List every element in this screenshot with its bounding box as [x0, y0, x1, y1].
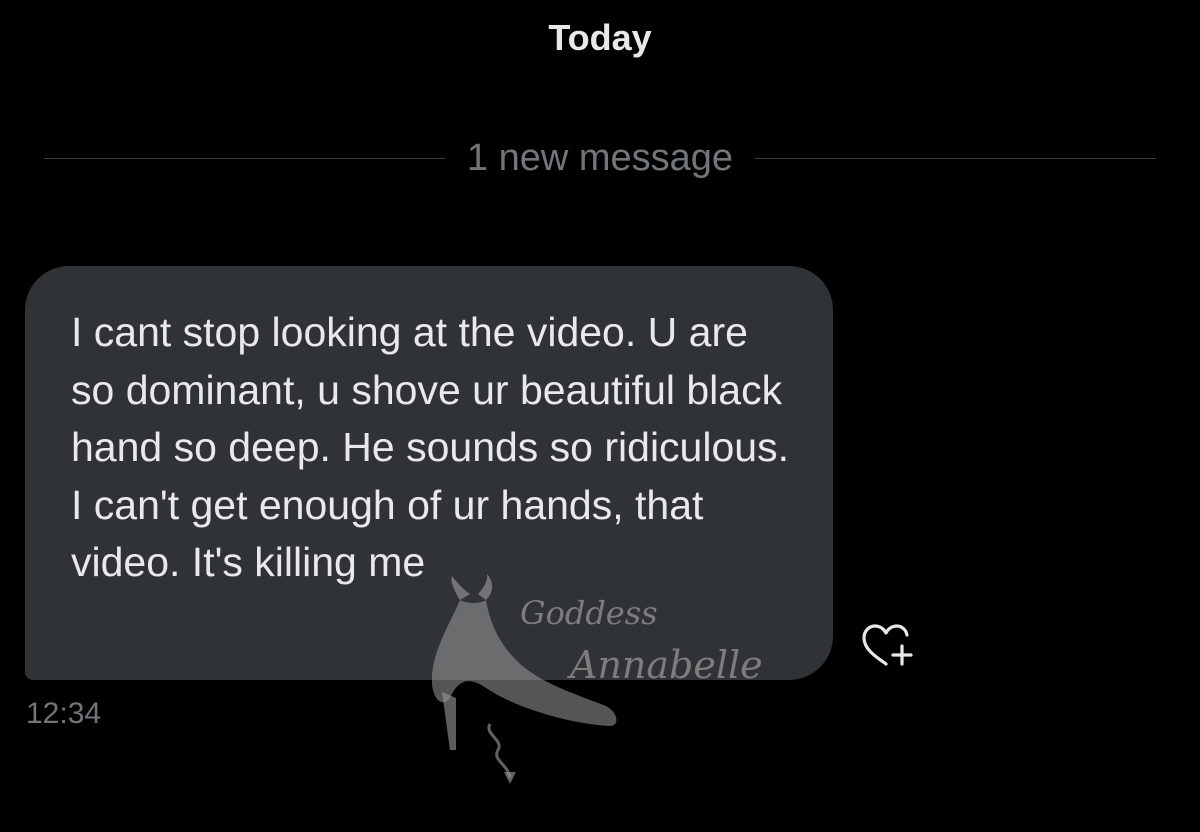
new-message-label: 1 new message — [466, 137, 734, 179]
message-text: I cant stop looking at the video. U are … — [71, 309, 789, 586]
react-button[interactable] — [856, 620, 920, 676]
message-bubble[interactable]: I cant stop looking at the video. U are … — [25, 266, 833, 680]
date-header: Today — [548, 17, 652, 58]
new-message-divider: 1 new message — [44, 132, 1156, 184]
divider-line-left — [44, 157, 445, 159]
divider-line-right — [755, 157, 1156, 159]
message-timestamp: 12:34 — [26, 697, 102, 730]
heart-plus-icon — [862, 624, 913, 666]
